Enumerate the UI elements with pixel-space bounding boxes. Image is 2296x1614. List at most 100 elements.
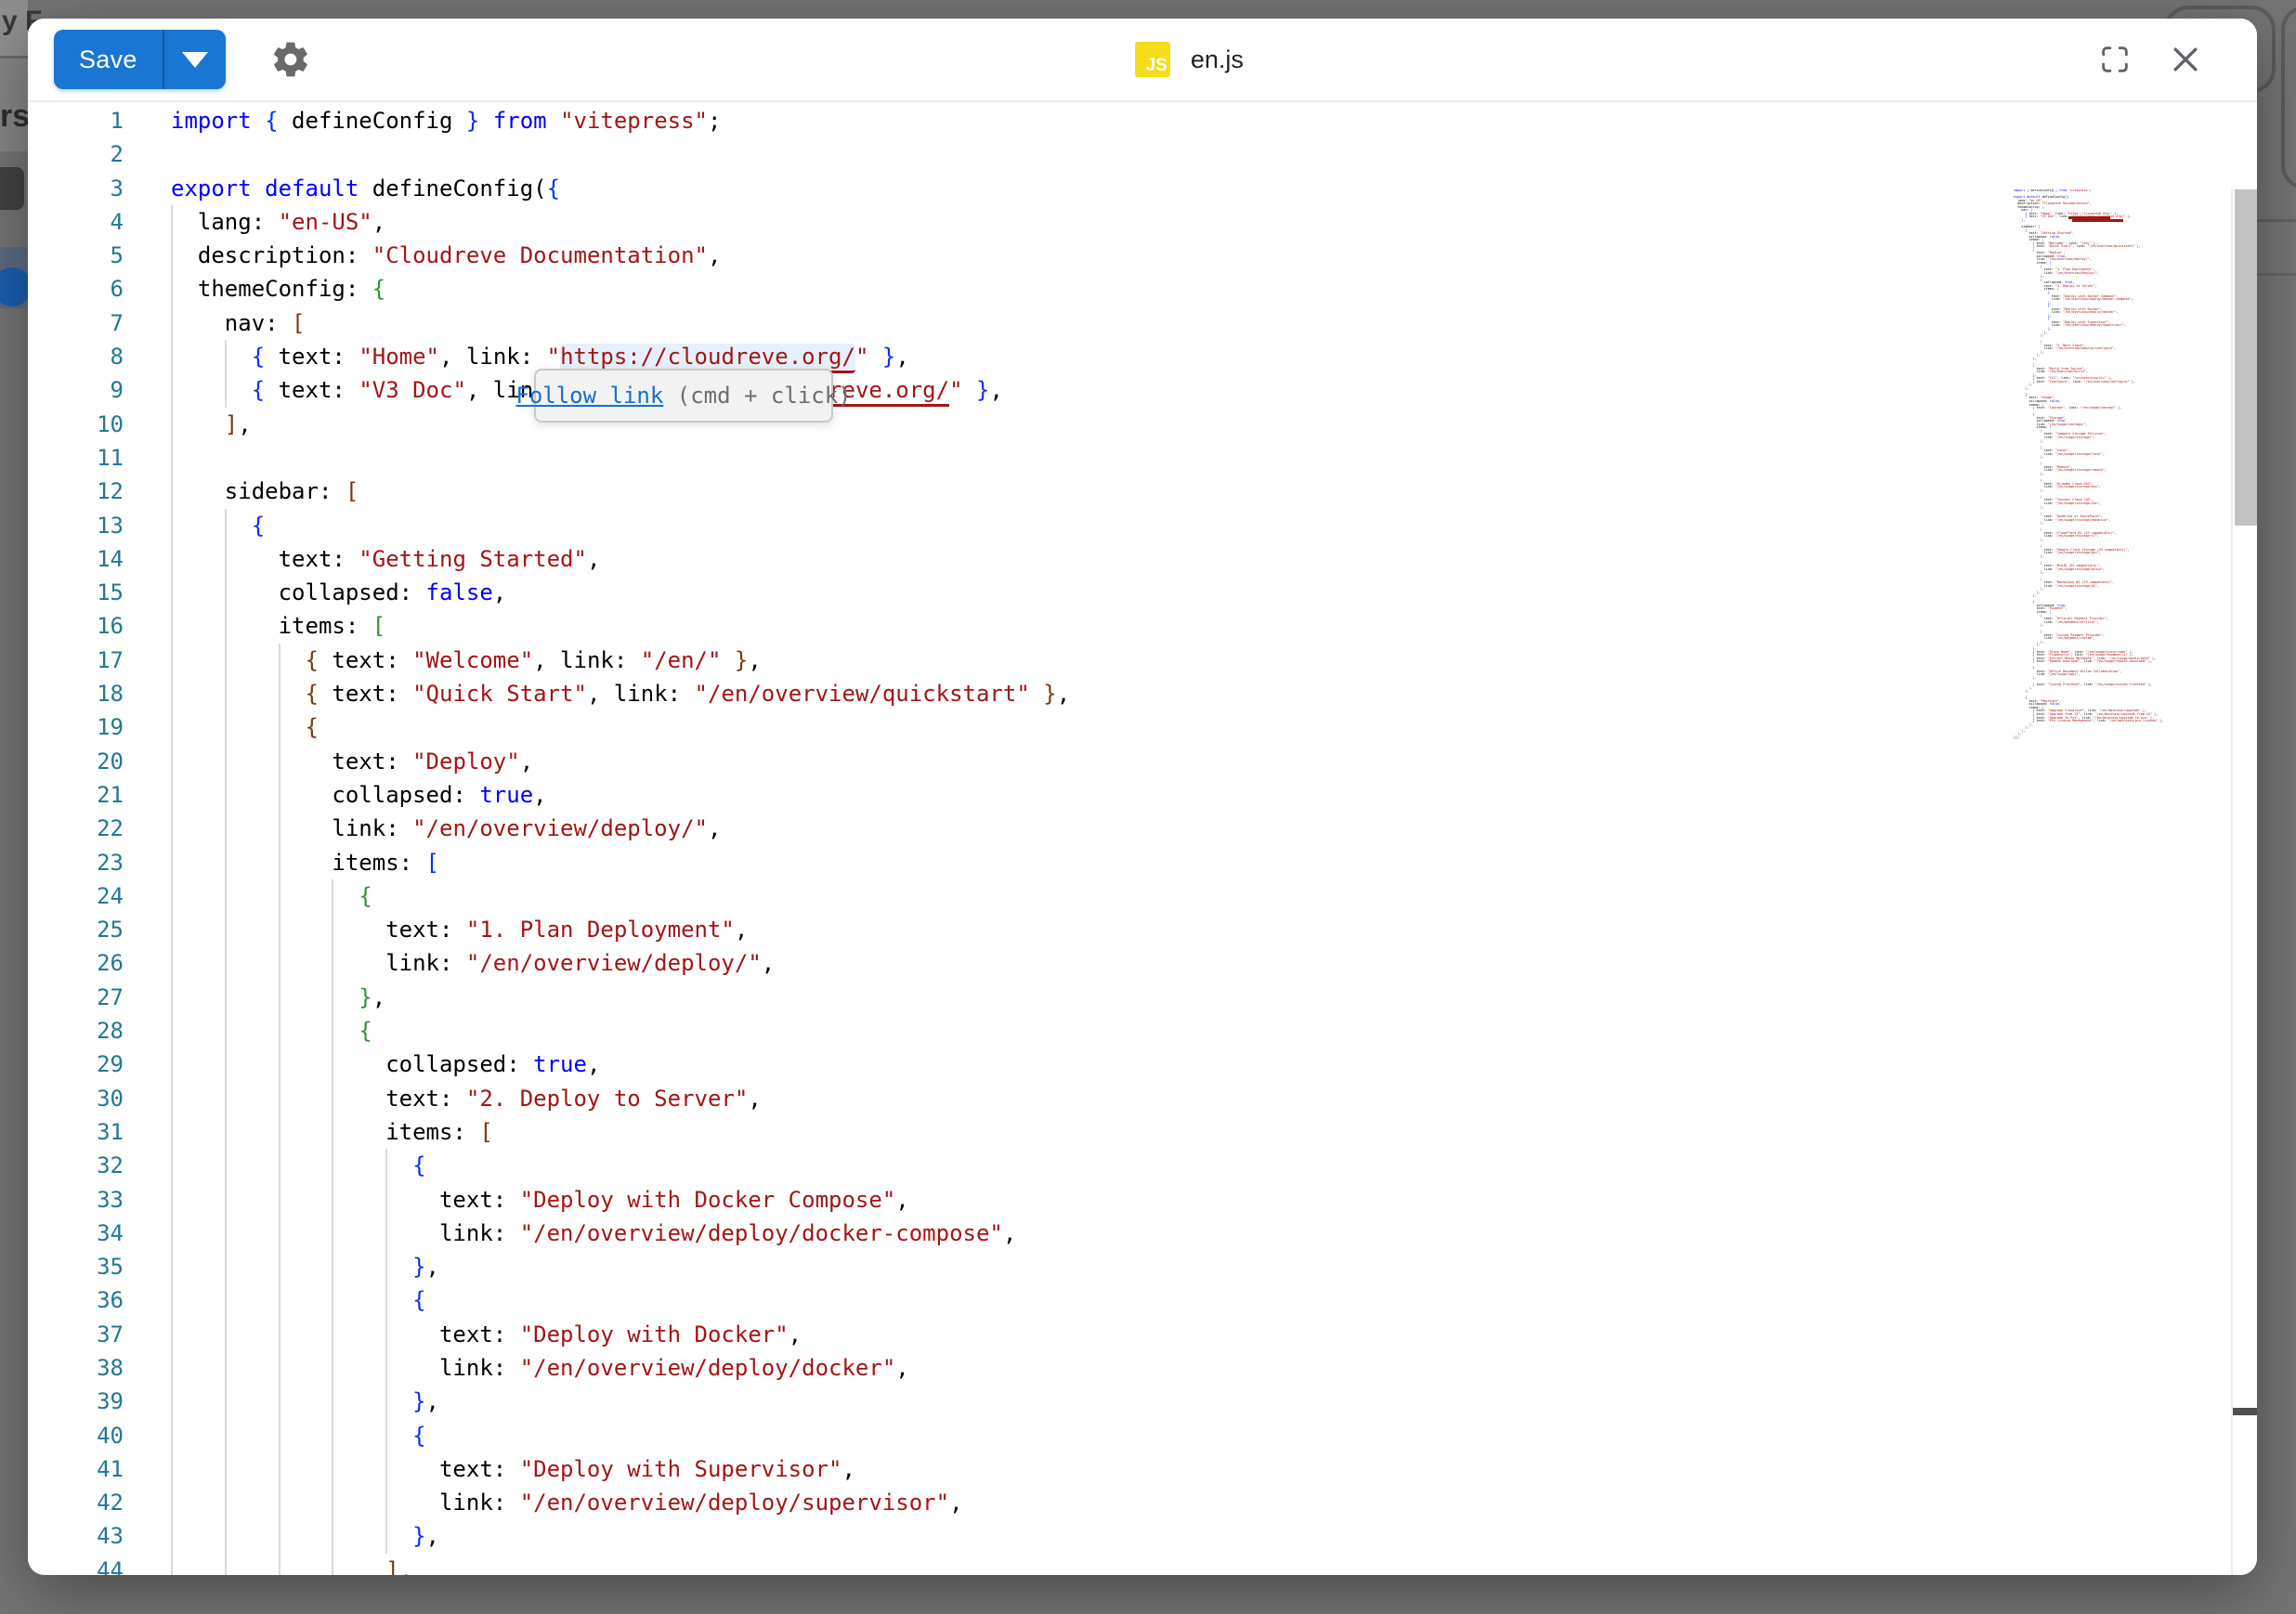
line-number: 14 [28,542,124,576]
line-number: 23 [28,846,124,879]
line-number: 43 [28,1519,124,1553]
editor-settings-button[interactable] [268,37,313,82]
line-number: 39 [28,1385,124,1418]
code-lines: 1import { defineConfig } from "vitepress… [28,104,2257,1575]
code-line[interactable]: 14 text: "Getting Started", [28,542,2257,576]
overview-ruler-marker [2233,1408,2257,1415]
code-line[interactable]: 19 { [28,710,2257,744]
save-options-dropdown-button[interactable] [164,30,226,89]
code-line[interactable]: 38 link: "/en/overview/deploy/docker", [28,1351,2257,1385]
code-line[interactable]: 30 text: "2. Deploy to Server", [28,1082,2257,1115]
code-line[interactable]: 32 { [28,1149,2257,1182]
code-editor[interactable]: 1import { defineConfig } from "vitepress… [28,104,2257,1575]
code-line[interactable]: 11 [28,441,2257,475]
code-line[interactable]: 18 { text: "Quick Start", link: "/en/ove… [28,677,2257,710]
code-line[interactable]: 29 collapsed: true, [28,1048,2257,1081]
code-line[interactable]: 26 link: "/en/overview/deploy/", [28,946,2257,980]
code-line[interactable]: 5 description: "Cloudreve Documentation"… [28,239,2257,272]
dialog-header: Save JS en.js [28,19,2257,102]
code-line[interactable]: 44 ], [28,1554,2257,1575]
code-line[interactable]: 16 items: [ [28,609,2257,643]
line-number: 38 [28,1351,124,1385]
line-number: 10 [28,408,124,441]
follow-link-hint: (cmd + click) [663,379,851,412]
code-line[interactable]: 9 { text: "V3 Doc", link: "https://docs.… [28,373,2257,407]
code-line[interactable]: 6 themeConfig: { [28,272,2257,306]
dialog-title-filename: en.js [1191,46,1244,74]
background-divider [2257,273,2296,276]
line-number: 21 [28,778,124,812]
background-card-outline [2281,6,2296,189]
code-line[interactable]: 37 text: "Deploy with Docker", [28,1318,2257,1351]
code-line[interactable]: 8 { text: "Home", link: "https://cloudre… [28,340,2257,373]
follow-link-action[interactable]: Follow link [515,379,663,412]
code-line[interactable]: 40 { [28,1419,2257,1452]
line-number: 31 [28,1115,124,1149]
line-number: 41 [28,1452,124,1486]
screen: y F rs Save JS [0,0,2296,1614]
code-line[interactable]: 39 }, [28,1385,2257,1418]
save-button-label: Save [79,46,137,74]
code-line[interactable]: 42 link: "/en/overview/deploy/supervisor… [28,1486,2257,1519]
line-number: 13 [28,509,124,542]
code-line[interactable]: 27 }, [28,981,2257,1014]
code-line[interactable]: 25 text: "1. Plan Deployment", [28,913,2257,946]
code-line[interactable]: 13 { [28,509,2257,542]
line-number: 32 [28,1149,124,1182]
code-line[interactable]: 35 }, [28,1250,2257,1283]
code-line[interactable]: 23 items: [ [28,846,2257,879]
file-editor-dialog: Save JS en.js [28,19,2257,1575]
code-line[interactable]: 24 { [28,879,2257,913]
line-number: 27 [28,981,124,1014]
line-number: 37 [28,1318,124,1351]
line-number: 8 [28,340,124,373]
close-dialog-button[interactable] [2164,38,2207,81]
code-line[interactable]: 15 collapsed: false, [28,576,2257,609]
code-line[interactable]: 7 nav: [ [28,306,2257,340]
code-line[interactable]: 22 link: "/en/overview/deploy/", [28,812,2257,845]
code-line[interactable]: 4 lang: "en-US", [28,205,2257,239]
line-number: 19 [28,710,124,744]
line-number: 24 [28,879,124,913]
code-line[interactable]: 34 link: "/en/overview/deploy/docker-com… [28,1217,2257,1250]
save-split-button: Save [54,30,226,89]
code-line[interactable]: 28 { [28,1014,2257,1048]
code-line[interactable]: 21 collapsed: true, [28,778,2257,812]
code-line[interactable]: 43 }, [28,1519,2257,1553]
line-number: 9 [28,373,124,407]
close-icon [2167,41,2204,78]
code-line[interactable]: 20 text: "Deploy", [28,745,2257,778]
javascript-file-icon: JS [1135,42,1170,77]
code-line[interactable]: 3export default defineConfig({ [28,172,2257,205]
line-number: 22 [28,812,124,845]
line-number: 6 [28,272,124,306]
line-number: 35 [28,1250,124,1283]
line-number: 20 [28,745,124,778]
fullscreen-button[interactable] [2094,38,2136,81]
line-number: 33 [28,1183,124,1217]
chevron-down-icon [182,52,208,68]
line-number: 34 [28,1217,124,1250]
fullscreen-icon [2097,42,2133,77]
code-line[interactable]: 10 ], [28,408,2257,441]
code-line[interactable]: 36 { [28,1283,2257,1317]
save-button[interactable]: Save [54,30,163,89]
vertical-scrollbar-thumb[interactable] [2235,189,2257,526]
code-line[interactable]: 33 text: "Deploy with Docker Compose", [28,1183,2257,1217]
follow-link-tooltip: Follow link (cmd + click) [534,369,833,423]
line-number: 28 [28,1014,124,1048]
code-line[interactable]: 12 sidebar: [ [28,475,2257,508]
line-number: 17 [28,644,124,677]
code-line[interactable]: 31 items: [ [28,1115,2257,1149]
code-line[interactable]: 2 [28,137,2257,171]
line-number: 18 [28,677,124,710]
line-number: 7 [28,306,124,340]
minimap[interactable]: import { defineConfig } from "vitepress"… [2014,189,2233,802]
line-number: 16 [28,609,124,643]
code-line[interactable]: 1import { defineConfig } from "vitepress… [28,104,2257,137]
code-line[interactable]: 17 { text: "Welcome", link: "/en/" }, [28,644,2257,677]
line-number: 3 [28,172,124,205]
code-line[interactable]: 41 text: "Deploy with Supervisor", [28,1452,2257,1486]
vertical-scrollbar [2231,189,2257,1575]
line-number: 26 [28,946,124,980]
